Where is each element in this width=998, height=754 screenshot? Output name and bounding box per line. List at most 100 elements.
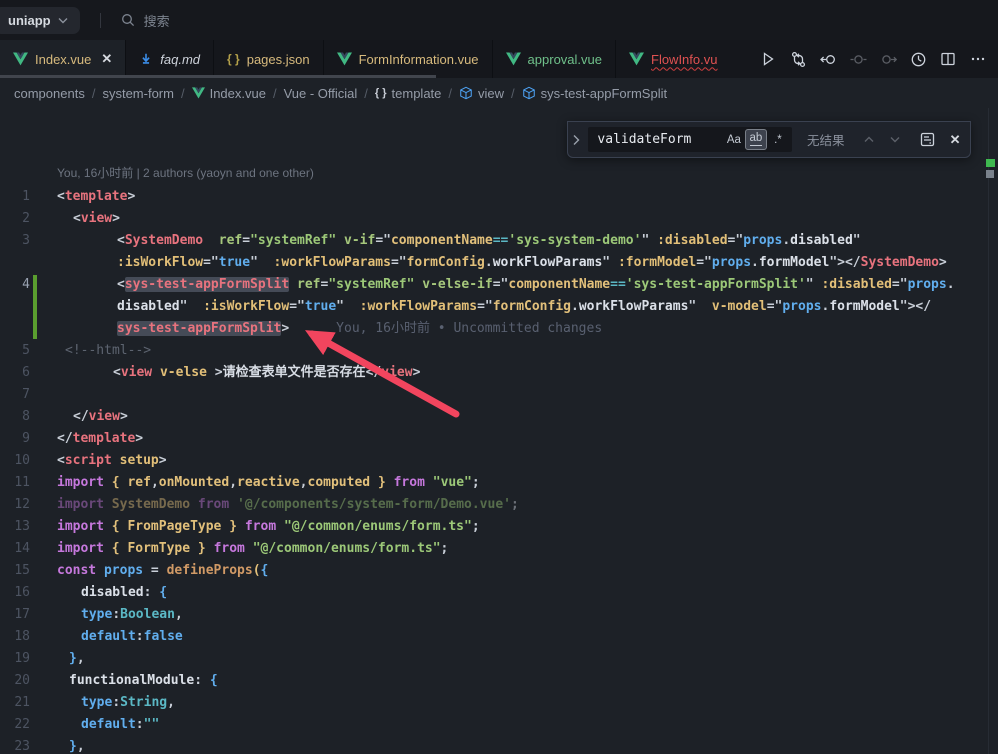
code-line-7[interactable]: 7 (0, 384, 998, 406)
circle-dash-icon[interactable] (846, 47, 870, 71)
gutter[interactable]: 19 (0, 648, 57, 670)
code-line-13[interactable]: 13import { FromPageType } from "@/common… (0, 516, 998, 538)
breadcrumb-template[interactable]: { } template (375, 86, 442, 101)
tab-forminformation-vue[interactable]: FormInformation.vue (324, 40, 493, 78)
find-in-selection-icon[interactable] (916, 129, 938, 150)
gutter[interactable]: 1 (0, 186, 57, 208)
code-line-22[interactable]: 22default:"" (0, 714, 998, 736)
code-line-5[interactable]: 5<!--html--> (0, 340, 998, 362)
gutter[interactable]: 12 (0, 494, 57, 516)
code-line-16[interactable]: 16disabled: { (0, 582, 998, 604)
tab-index-vue[interactable]: Index.vue ✕ (0, 40, 126, 78)
code-line-1[interactable]: 1<template> (0, 186, 998, 208)
code-token: > (120, 409, 128, 424)
code-line-3[interactable]: 3<SystemDemo ref="systemRef" v-if="compo… (0, 230, 998, 274)
code-token: { (112, 519, 120, 534)
tab-approval-vue[interactable]: approval.vue (493, 40, 616, 78)
code-line-19[interactable]: 19}, (0, 648, 998, 670)
find-previous-icon[interactable] (858, 129, 880, 150)
code-line-18[interactable]: 18default:false (0, 626, 998, 648)
gutter[interactable]: 8 (0, 406, 57, 428)
overview-ruler (988, 108, 989, 754)
code-token (610, 255, 618, 270)
gutter[interactable]: 23 (0, 736, 57, 754)
tab-pages-json[interactable]: { } pages.json (214, 40, 324, 78)
gutter[interactable]: 7 (0, 384, 57, 406)
breadcrumb-index-vue[interactable]: Index.vue (192, 86, 266, 101)
code-token (229, 497, 237, 512)
gutter[interactable]: 2 (0, 208, 57, 230)
code-token: = (143, 563, 166, 578)
codelens-blame[interactable]: You, 16小时前 | 2 authors (yaoyn and one ot… (57, 164, 998, 186)
code-line-23[interactable]: 23}, (0, 736, 998, 754)
code-token: , (77, 739, 85, 754)
toggle-replace-icon[interactable] (568, 134, 584, 146)
gutter[interactable]: 13 (0, 516, 57, 538)
gutter[interactable]: 11 (0, 472, 57, 494)
close-icon[interactable]: ✕ (101, 51, 112, 67)
code-line-15[interactable]: 15const props = defineProps({ (0, 560, 998, 582)
gutter[interactable]: 15 (0, 560, 57, 582)
breadcrumb-vue-official[interactable]: Vue - Official (284, 86, 358, 101)
breadcrumb-sys-test-appformsplit[interactable]: sys-test-appFormSplit (522, 86, 667, 101)
more-actions-icon[interactable] (966, 47, 990, 71)
back-circle-icon[interactable] (816, 47, 840, 71)
code-content[interactable]: You, 16小时前 | 2 authors (yaoyn and one ot… (0, 108, 998, 754)
tab-label: FlowInfo.vu (651, 52, 717, 67)
breadcrumb-view[interactable]: view (459, 86, 504, 101)
gutter[interactable]: 22 (0, 714, 57, 736)
code-token: == (493, 233, 509, 248)
code-token: v-else (160, 365, 207, 380)
code-line-10[interactable]: 10<script setup> (0, 450, 998, 472)
code-line-14[interactable]: 14import { FormType } from "@/common/enu… (0, 538, 998, 560)
gutter[interactable]: 9 (0, 428, 57, 450)
code-token: disabled (117, 299, 180, 314)
gutter[interactable]: 20 (0, 670, 57, 692)
code-line-17[interactable]: 17type:Boolean, (0, 604, 998, 626)
code-token: { (112, 541, 120, 556)
global-search[interactable]: 搜索 (121, 11, 170, 30)
tab-faq-md[interactable]: faq.md (126, 40, 214, 78)
gutter[interactable]: 18 (0, 626, 57, 648)
find-input[interactable]: validateForm Aa ab .* (588, 127, 792, 152)
git-compare-icon[interactable] (786, 47, 810, 71)
gutter[interactable]: 21 (0, 692, 57, 714)
tab-scrollbar[interactable] (0, 75, 436, 78)
gutter[interactable]: 14 (0, 538, 57, 560)
breadcrumb-components[interactable]: components (14, 86, 85, 101)
gutter[interactable]: 4 (0, 274, 57, 340)
line-number: 17 (0, 604, 30, 626)
code-token: > (939, 255, 947, 270)
code-line-11[interactable]: 11import { ref,onMounted,reactive,comput… (0, 472, 998, 494)
code-line-8[interactable]: 8</view> (0, 406, 998, 428)
code-line-12[interactable]: 12import SystemDemo from '@/components/s… (0, 494, 998, 516)
gutter[interactable]: 6 (0, 362, 57, 384)
tab-flowinfo-vue[interactable]: FlowInfo.vu (616, 40, 726, 78)
code-line-21[interactable]: 21type:String, (0, 692, 998, 714)
gutter[interactable]: 3 (0, 230, 57, 274)
breadcrumb-system-form[interactable]: system-form (102, 86, 174, 101)
circle-arrow-right-icon[interactable] (876, 47, 900, 71)
regex-button[interactable]: .* (767, 129, 789, 150)
gutter[interactable]: 16 (0, 582, 57, 604)
project-switcher[interactable]: uniapp (0, 7, 80, 34)
code-token: . (571, 299, 579, 314)
code-editor[interactable]: validateForm Aa ab .* 无结果 ✕ You, 16小时前 |… (0, 108, 998, 754)
code-line-20[interactable]: 20functionalModule: { (0, 670, 998, 692)
timer-icon[interactable] (906, 47, 930, 71)
match-case-button[interactable]: Aa (723, 129, 745, 150)
find-close-icon[interactable]: ✕ (944, 129, 966, 150)
code-token (425, 475, 433, 490)
whole-word-button[interactable]: ab (745, 129, 767, 150)
split-editor-icon[interactable] (936, 47, 960, 71)
code-line-4[interactable]: 4<sys-test-appFormSplit ref="systemRef" … (0, 274, 998, 340)
gutter[interactable]: 5 (0, 340, 57, 362)
tab-bar: Index.vue ✕ faq.md { } pages.json FormIn… (0, 40, 998, 78)
code-line-2[interactable]: 2<view> (0, 208, 998, 230)
run-icon[interactable] (756, 47, 780, 71)
gutter[interactable]: 10 (0, 450, 57, 472)
code-line-6[interactable]: 6<view v-else >请检查表单文件是否存在</view> (0, 362, 998, 384)
code-line-9[interactable]: 9</template> (0, 428, 998, 450)
find-next-icon[interactable] (884, 129, 906, 150)
gutter[interactable]: 17 (0, 604, 57, 626)
